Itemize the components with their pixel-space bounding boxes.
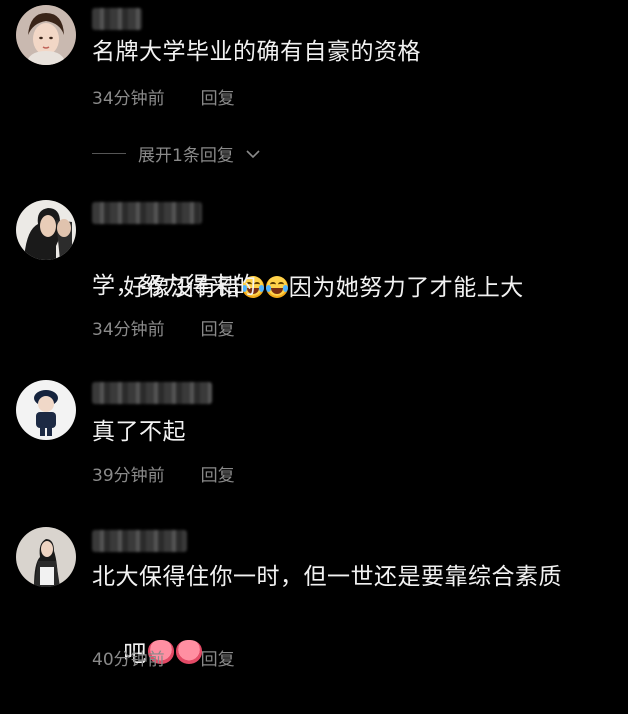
avatar[interactable] bbox=[16, 380, 76, 440]
comment-time: 39分钟前 bbox=[92, 466, 165, 486]
avatar[interactable] bbox=[16, 527, 76, 587]
expand-replies-button[interactable]: 展开1条回复 bbox=[92, 141, 260, 166]
username-blurred[interactable] bbox=[92, 530, 187, 552]
username-blurred[interactable] bbox=[92, 202, 202, 224]
username-blurred[interactable] bbox=[92, 8, 142, 30]
chevron-down-icon bbox=[246, 149, 260, 158]
comment-meta: 34分钟前 回复 bbox=[92, 84, 235, 109]
reply-button[interactable]: 回复 bbox=[201, 84, 235, 109]
expand-replies-label: 展开1条回复 bbox=[138, 146, 234, 166]
comment-meta: 39分钟前 回复 bbox=[92, 461, 235, 486]
reply-button[interactable]: 回复 bbox=[201, 461, 235, 486]
comment-text-line2: 学，努力得来的 bbox=[92, 273, 257, 299]
comment-meta: 40分钟前 回复 bbox=[92, 645, 235, 670]
avatar[interactable] bbox=[16, 200, 76, 260]
avatar[interactable] bbox=[16, 5, 76, 65]
comment-meta: 34分钟前 回复 bbox=[92, 315, 235, 340]
divider-line bbox=[92, 153, 126, 154]
comment-time: 40分钟前 bbox=[92, 650, 165, 670]
comment-text: 名牌大学毕业的确有自豪的资格 bbox=[92, 39, 421, 65]
reply-button[interactable]: 回复 bbox=[201, 315, 235, 340]
username-blurred[interactable] bbox=[92, 382, 212, 404]
comment-time: 34分钟前 bbox=[92, 320, 165, 340]
comment-text: 真了不起 bbox=[92, 419, 186, 445]
comment-time: 34分钟前 bbox=[92, 89, 165, 109]
reply-button[interactable]: 回复 bbox=[201, 645, 235, 670]
comment-text: 北大保得住你一时，但一世还是要靠综合素质 bbox=[92, 564, 562, 590]
